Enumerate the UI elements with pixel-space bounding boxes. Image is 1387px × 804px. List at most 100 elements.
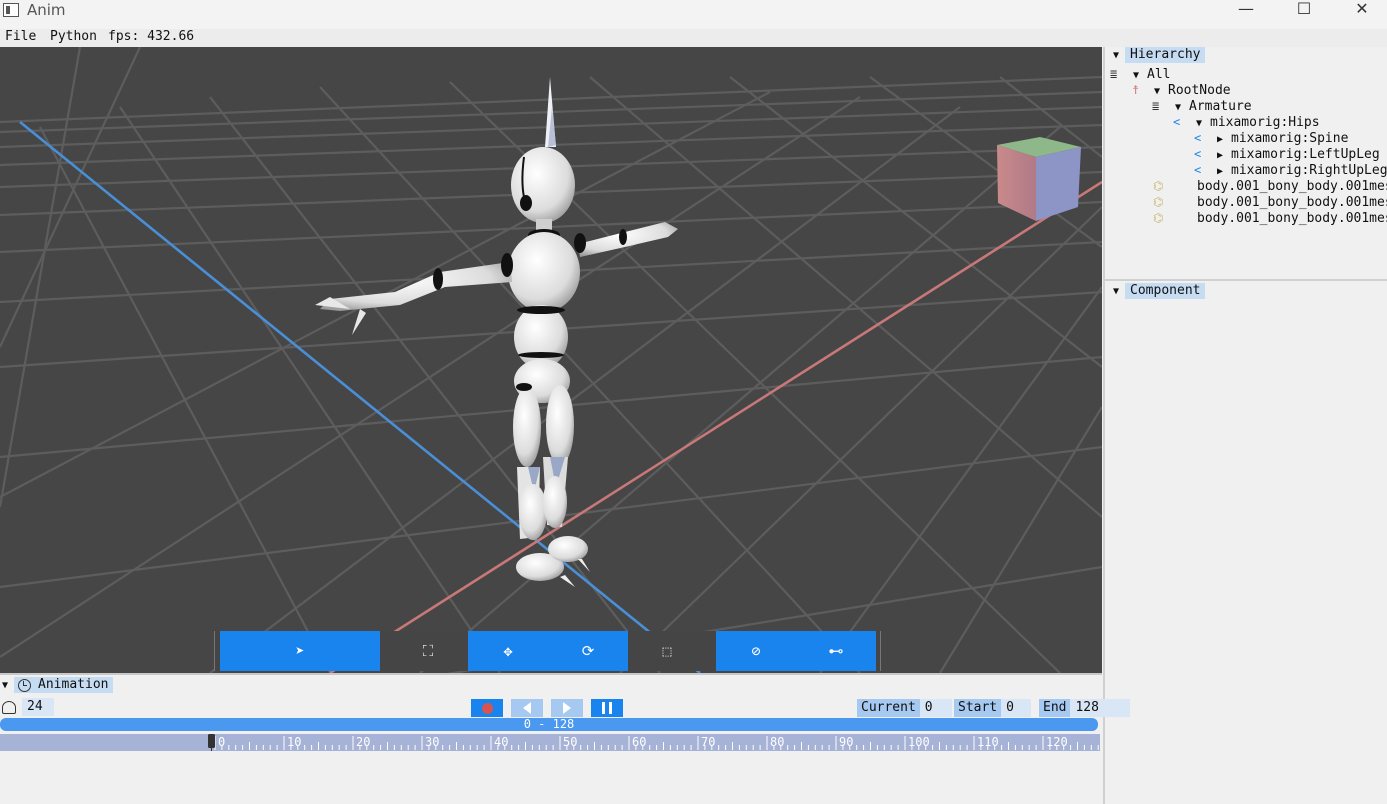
menu-python[interactable]: Python bbox=[50, 29, 97, 45]
fps-setting[interactable]: 24 bbox=[0, 698, 54, 716]
collapse-triangle-icon[interactable]: ▼ bbox=[2, 680, 8, 691]
tree-item-label: RootNode bbox=[1168, 83, 1231, 98]
timeline-ticks[interactable]: 0 10 20 30 40 50 60 70 80 90 100 110 120 bbox=[0, 734, 1100, 751]
current-input[interactable]: 0 bbox=[919, 699, 952, 717]
clock-icon bbox=[18, 678, 32, 692]
person-icon: ☨ bbox=[1132, 83, 1140, 97]
character-model[interactable] bbox=[315, 77, 678, 587]
tree-item-label: body.001_bony_body.001mesh bbox=[1197, 195, 1387, 210]
timeline-label: 70 bbox=[701, 735, 715, 749]
select-tool-button[interactable]: ➤ bbox=[220, 631, 380, 671]
record-button[interactable] bbox=[471, 699, 503, 717]
bone-tool-button[interactable]: ⊷ bbox=[796, 631, 876, 671]
expand-arrow-icon[interactable]: ▼ bbox=[1196, 116, 1210, 132]
current-label: Current bbox=[857, 699, 920, 717]
end-frame-field[interactable]: End 128 bbox=[1039, 699, 1131, 717]
tree-item-armature[interactable]: ▼ Armature bbox=[1175, 99, 1252, 115]
play-forward-icon bbox=[563, 702, 571, 714]
pause-button[interactable] bbox=[591, 699, 623, 717]
arrow-pointer-icon: ➤ bbox=[295, 642, 305, 660]
camera-off-icon: ⊘ bbox=[751, 642, 761, 660]
z-axis-line bbox=[19, 120, 701, 673]
animation-panel: ▼ Animation 24 Current 0 Start 0 End 128… bbox=[0, 673, 1131, 804]
maximize-button[interactable]: ☐ bbox=[1275, 0, 1333, 22]
list-icon: ≣ bbox=[1152, 99, 1160, 113]
play-backward-icon bbox=[523, 702, 531, 714]
end-input[interactable]: 128 bbox=[1070, 699, 1131, 717]
timeline-ruler[interactable]: 0 10 20 30 40 50 60 70 80 90 100 110 120 bbox=[0, 734, 1100, 751]
hierarchy-header[interactable]: ▼ Hierarchy bbox=[1113, 47, 1206, 63]
record-icon bbox=[481, 702, 493, 714]
tree-item-label: body.001_bony_body.001mesh bbox=[1197, 179, 1387, 194]
play-backward-button[interactable] bbox=[511, 699, 543, 717]
expand-arrow-icon[interactable]: ▼ bbox=[1133, 68, 1147, 84]
fps-input[interactable]: 24 bbox=[22, 698, 54, 716]
start-frame-field[interactable]: Start 0 bbox=[954, 699, 1032, 717]
tree-item-rootnode[interactable]: ▼ RootNode bbox=[1154, 83, 1231, 99]
timeline-label: 20 bbox=[356, 735, 370, 749]
minimize-button[interactable]: — bbox=[1217, 0, 1275, 22]
tree-item-label: mixamorig:RightUpLeg bbox=[1231, 163, 1387, 178]
timeline-label: 30 bbox=[425, 735, 439, 749]
animation-header[interactable]: ▼ Animation bbox=[0, 677, 114, 693]
bone-share-icon: < bbox=[1194, 131, 1202, 145]
camera-off-button[interactable]: ⊘ bbox=[716, 631, 796, 671]
timeline-label: 100 bbox=[908, 735, 930, 749]
frame-tool-button[interactable]: ⛶ bbox=[408, 631, 448, 671]
close-button[interactable]: ✕ bbox=[1333, 0, 1387, 22]
timeline-label: 0 bbox=[218, 735, 225, 749]
bone-share-icon: < bbox=[1194, 147, 1202, 161]
component-tab[interactable]: Component bbox=[1125, 283, 1206, 299]
tree-item-label: Armature bbox=[1189, 99, 1252, 114]
expand-arrow-icon[interactable]: ▶ bbox=[1217, 164, 1231, 180]
play-forward-button[interactable] bbox=[551, 699, 583, 717]
move-tool-button[interactable]: ✥ bbox=[468, 631, 548, 671]
hierarchy-tab[interactable]: Hierarchy bbox=[1125, 47, 1206, 63]
panel-divider[interactable] bbox=[1105, 279, 1387, 281]
3d-viewport[interactable]: ➤ ⛶ ✥ ⟳ ⬚ ⊘ ⊷ bbox=[0, 47, 1102, 673]
expand-arrow-icon[interactable]: ▶ bbox=[1217, 148, 1231, 164]
tree-item-all[interactable]: ▼ All bbox=[1133, 67, 1170, 83]
tree-item-mesh[interactable]: body.001_bony_body.001mesh bbox=[1197, 211, 1387, 227]
scene-canvas[interactable] bbox=[0, 47, 1102, 673]
animation-tab-label: Animation bbox=[38, 677, 109, 692]
rotate-tool-button[interactable]: ⟳ bbox=[548, 631, 628, 671]
playhead-handle bbox=[208, 734, 215, 748]
tree-item-rightupleg[interactable]: ▶ mixamorig:RightUpLeg bbox=[1217, 163, 1387, 179]
frame-a-icon: ⛶ bbox=[422, 642, 434, 660]
tree-item-mesh[interactable]: body.001_bony_body.001mesh bbox=[1197, 179, 1387, 195]
tree-item-leftupleg[interactable]: ▶ mixamorig:LeftUpLeg bbox=[1217, 147, 1380, 163]
tree-item-hips[interactable]: ▼ mixamorig:Hips bbox=[1196, 115, 1320, 131]
component-header[interactable]: ▼ Component bbox=[1113, 283, 1206, 299]
bone-share-icon: < bbox=[1194, 163, 1202, 177]
collapse-triangle-icon[interactable]: ▼ bbox=[1113, 50, 1119, 61]
tree-item-label: All bbox=[1147, 67, 1171, 82]
menu-file[interactable]: File bbox=[5, 29, 36, 45]
app-icon bbox=[3, 3, 19, 17]
box-select-button[interactable]: ⬚ bbox=[647, 631, 687, 671]
playback-controls: 24 Current 0 Start 0 End 128 bbox=[0, 697, 1131, 717]
view-cube[interactable] bbox=[997, 137, 1081, 221]
timeline-label: 110 bbox=[977, 735, 999, 749]
timeline-label: 50 bbox=[563, 735, 577, 749]
mesh-icon: ⌬ bbox=[1153, 211, 1164, 225]
window-title: Anim bbox=[27, 1, 66, 19]
speed-gauge-icon bbox=[2, 700, 16, 714]
bone-icon: ⊷ bbox=[828, 642, 844, 660]
tree-item-mesh[interactable]: body.001_bony_body.001mesh bbox=[1197, 195, 1387, 211]
timeline-label: 40 bbox=[494, 735, 508, 749]
current-frame-field[interactable]: Current 0 bbox=[857, 699, 952, 717]
bone-share-icon: < bbox=[1173, 115, 1181, 129]
collapse-triangle-icon[interactable]: ▼ bbox=[1113, 286, 1119, 297]
frame-range-slider[interactable]: 0 - 128 bbox=[0, 718, 1098, 731]
start-input[interactable]: 0 bbox=[1001, 699, 1032, 717]
expand-arrow-icon[interactable]: ▼ bbox=[1175, 100, 1189, 116]
timeline-label: 80 bbox=[770, 735, 784, 749]
fps-readout: fps: 432.66 bbox=[108, 29, 195, 44]
expand-arrow-icon[interactable]: ▶ bbox=[1217, 132, 1231, 148]
tree-item-label: body.001_bony_body.001mesh bbox=[1197, 211, 1387, 226]
end-label: End bbox=[1039, 699, 1071, 717]
tree-item-spine[interactable]: ▶ mixamorig:Spine bbox=[1217, 131, 1348, 147]
expand-arrow-icon[interactable]: ▼ bbox=[1154, 84, 1168, 100]
animation-tab[interactable]: Animation bbox=[14, 677, 114, 693]
